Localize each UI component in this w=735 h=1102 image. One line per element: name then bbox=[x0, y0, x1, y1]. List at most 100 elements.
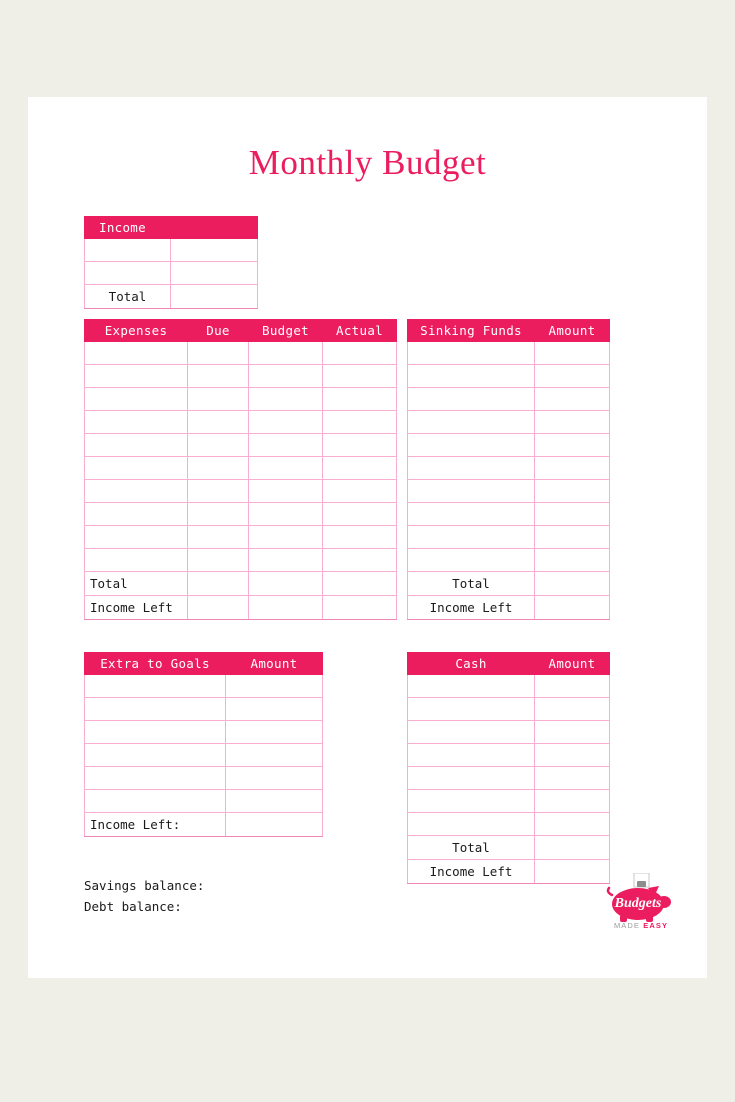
expenses-income-left-budget-cell[interactable] bbox=[248, 595, 323, 620]
entry-cell[interactable] bbox=[322, 479, 397, 503]
entry-cell[interactable] bbox=[187, 525, 249, 549]
expenses-income-left-due-cell[interactable] bbox=[187, 595, 249, 620]
entry-cell[interactable] bbox=[84, 502, 188, 526]
entry-cell[interactable] bbox=[322, 456, 397, 480]
entry-cell[interactable] bbox=[322, 387, 397, 411]
entry-cell[interactable] bbox=[84, 410, 188, 434]
entry-cell[interactable] bbox=[248, 341, 323, 365]
entry-cell[interactable] bbox=[248, 433, 323, 457]
entry-cell[interactable] bbox=[534, 479, 610, 503]
entry-cell[interactable] bbox=[534, 766, 610, 790]
entry-cell[interactable] bbox=[187, 433, 249, 457]
entry-cell[interactable] bbox=[534, 743, 610, 767]
sinking-funds-income-left-value-cell[interactable] bbox=[534, 595, 610, 620]
entry-cell[interactable] bbox=[84, 456, 188, 480]
expenses-total-actual-cell[interactable] bbox=[322, 571, 397, 596]
entry-cell[interactable] bbox=[407, 433, 535, 457]
entry-cell[interactable] bbox=[187, 502, 249, 526]
entry-cell[interactable] bbox=[534, 387, 610, 411]
income-amount-cell[interactable] bbox=[170, 238, 258, 262]
entry-cell[interactable] bbox=[84, 789, 226, 813]
entry-cell[interactable] bbox=[534, 525, 610, 549]
entry-cell[interactable] bbox=[248, 548, 323, 572]
entry-cell[interactable] bbox=[187, 456, 249, 480]
entry-cell[interactable] bbox=[225, 789, 323, 813]
entry-cell[interactable] bbox=[534, 341, 610, 365]
entry-cell[interactable] bbox=[534, 433, 610, 457]
entry-cell[interactable] bbox=[187, 548, 249, 572]
entry-cell[interactable] bbox=[225, 697, 323, 721]
entry-cell[interactable] bbox=[407, 525, 535, 549]
entry-cell[interactable] bbox=[407, 766, 535, 790]
entry-cell[interactable] bbox=[322, 341, 397, 365]
entry-cell[interactable] bbox=[407, 364, 535, 388]
entry-cell[interactable] bbox=[322, 364, 397, 388]
entry-cell[interactable] bbox=[187, 341, 249, 365]
cash-income-left-value-cell[interactable] bbox=[534, 859, 610, 884]
entry-cell[interactable] bbox=[225, 766, 323, 790]
entry-cell[interactable] bbox=[84, 479, 188, 503]
entry-cell[interactable] bbox=[84, 743, 226, 767]
income-name-cell[interactable] bbox=[84, 238, 171, 262]
entry-cell[interactable] bbox=[534, 548, 610, 572]
entry-cell[interactable] bbox=[534, 720, 610, 744]
entry-cell[interactable] bbox=[84, 387, 188, 411]
entry-cell[interactable] bbox=[322, 548, 397, 572]
entry-cell[interactable] bbox=[248, 479, 323, 503]
entry-cell[interactable] bbox=[534, 364, 610, 388]
entry-cell[interactable] bbox=[84, 548, 188, 572]
entry-cell[interactable] bbox=[187, 387, 249, 411]
entry-cell[interactable] bbox=[407, 410, 535, 434]
expenses-total-budget-cell[interactable] bbox=[248, 571, 323, 596]
entry-cell[interactable] bbox=[407, 743, 535, 767]
entry-cell[interactable] bbox=[534, 789, 610, 813]
entry-cell[interactable] bbox=[84, 341, 188, 365]
entry-cell[interactable] bbox=[534, 674, 610, 698]
entry-cell[interactable] bbox=[248, 456, 323, 480]
expenses-income-left-actual-cell[interactable] bbox=[322, 595, 397, 620]
entry-cell[interactable] bbox=[534, 697, 610, 721]
entry-cell[interactable] bbox=[534, 456, 610, 480]
entry-cell[interactable] bbox=[84, 720, 226, 744]
entry-cell[interactable] bbox=[84, 525, 188, 549]
entry-cell[interactable] bbox=[407, 502, 535, 526]
entry-cell[interactable] bbox=[84, 674, 226, 698]
sinking-funds-total-value-cell[interactable] bbox=[534, 571, 610, 596]
extra-to-goals-income-left-value-cell[interactable] bbox=[225, 812, 323, 837]
entry-cell[interactable] bbox=[187, 410, 249, 434]
entry-cell[interactable] bbox=[322, 525, 397, 549]
entry-cell[interactable] bbox=[534, 812, 610, 836]
entry-cell[interactable] bbox=[248, 525, 323, 549]
entry-cell[interactable] bbox=[248, 502, 323, 526]
entry-cell[interactable] bbox=[407, 387, 535, 411]
entry-cell[interactable] bbox=[322, 433, 397, 457]
entry-cell[interactable] bbox=[248, 387, 323, 411]
entry-cell[interactable] bbox=[84, 433, 188, 457]
entry-cell[interactable] bbox=[534, 502, 610, 526]
entry-cell[interactable] bbox=[407, 720, 535, 744]
entry-cell[interactable] bbox=[187, 479, 249, 503]
entry-cell[interactable] bbox=[225, 720, 323, 744]
cash-total-value-cell[interactable] bbox=[534, 835, 610, 860]
entry-cell[interactable] bbox=[407, 479, 535, 503]
entry-cell[interactable] bbox=[225, 674, 323, 698]
entry-cell[interactable] bbox=[407, 697, 535, 721]
income-amount-cell[interactable] bbox=[170, 261, 258, 285]
entry-cell[interactable] bbox=[84, 766, 226, 790]
entry-cell[interactable] bbox=[407, 789, 535, 813]
income-total-value-cell[interactable] bbox=[170, 284, 258, 309]
entry-cell[interactable] bbox=[407, 674, 535, 698]
entry-cell[interactable] bbox=[407, 812, 535, 836]
entry-cell[interactable] bbox=[248, 410, 323, 434]
entry-cell[interactable] bbox=[248, 364, 323, 388]
entry-cell[interactable] bbox=[187, 364, 249, 388]
entry-cell[interactable] bbox=[322, 410, 397, 434]
income-name-cell[interactable] bbox=[84, 261, 171, 285]
entry-cell[interactable] bbox=[84, 697, 226, 721]
entry-cell[interactable] bbox=[225, 743, 323, 767]
entry-cell[interactable] bbox=[84, 364, 188, 388]
expenses-total-due-cell[interactable] bbox=[187, 571, 249, 596]
entry-cell[interactable] bbox=[534, 410, 610, 434]
entry-cell[interactable] bbox=[322, 502, 397, 526]
entry-cell[interactable] bbox=[407, 548, 535, 572]
